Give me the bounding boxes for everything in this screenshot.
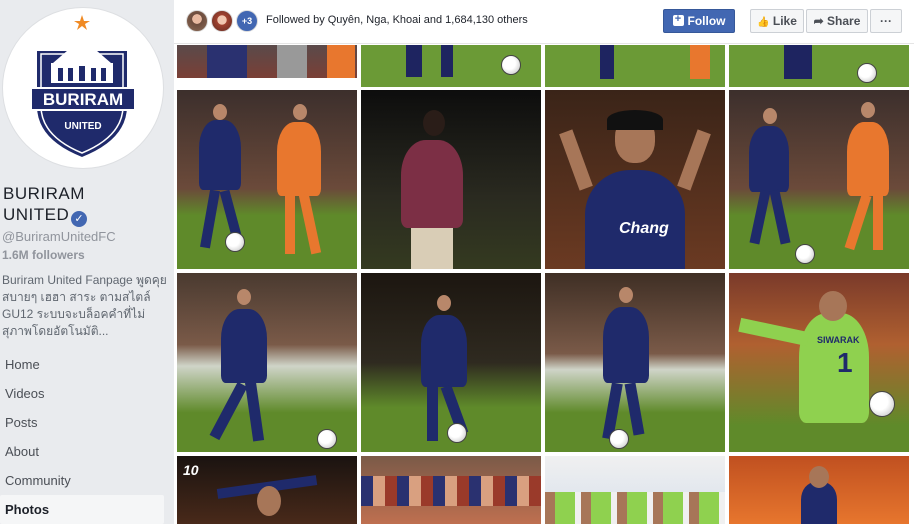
nav-item-community[interactable]: Community bbox=[0, 466, 164, 495]
photo-thumbnail[interactable] bbox=[729, 90, 909, 269]
share-button-label: Share bbox=[827, 14, 861, 28]
follow-button-label: Follow bbox=[687, 14, 726, 28]
page-handle[interactable]: @BuriramUnitedFC bbox=[2, 229, 116, 244]
photo-thumbnail[interactable] bbox=[177, 273, 357, 452]
followed-by-text[interactable]: Followed by Quyên, Nga, Khoai and 1,684,… bbox=[266, 14, 528, 26]
crest-title: BURIRAM bbox=[43, 90, 123, 109]
photo-thumbnail[interactable] bbox=[729, 45, 909, 87]
crest-subtitle: UNITED bbox=[64, 121, 101, 132]
photo-thumbnail[interactable] bbox=[361, 273, 541, 452]
follow-plus-icon bbox=[672, 12, 684, 26]
nav-item-home[interactable]: Home bbox=[0, 350, 164, 379]
page-title[interactable]: BURIRAM UNITED ✓ bbox=[3, 183, 88, 227]
photo-thumbnail[interactable] bbox=[729, 456, 909, 524]
like-button[interactable]: 👍 Like bbox=[750, 9, 804, 33]
verified-badge-icon: ✓ bbox=[71, 211, 88, 227]
photo-thumbnail[interactable] bbox=[545, 273, 725, 452]
photo-thumbnail[interactable]: Chang bbox=[545, 90, 725, 269]
friend-avatar[interactable] bbox=[211, 10, 233, 32]
jersey-sponsor-text: Chang bbox=[619, 220, 669, 237]
followers-count: 1.6M followers bbox=[2, 248, 85, 262]
photo-thumbnail[interactable] bbox=[361, 45, 541, 87]
photo-thumbnail[interactable] bbox=[177, 45, 357, 78]
nav-item-about[interactable]: About bbox=[0, 437, 164, 466]
more-options-button[interactable]: ··· bbox=[870, 9, 902, 33]
club-crest-logo: BURIRAM UNITED bbox=[30, 15, 136, 160]
nav-item-posts[interactable]: Posts bbox=[0, 408, 164, 437]
page-about-snippet: Buriram United Fanpage พูดคุย สบายๆ เฮฮา… bbox=[2, 273, 167, 338]
friend-avatar[interactable] bbox=[186, 10, 208, 32]
share-arrow-icon: ➦ bbox=[813, 14, 824, 28]
keeper-name-text: SIWARAK bbox=[817, 335, 860, 345]
follow-button[interactable]: Follow bbox=[663, 9, 735, 33]
keeper-number-text: 1 bbox=[837, 347, 853, 378]
page-title-line2: UNITED bbox=[3, 205, 70, 224]
photo-thumbnail[interactable] bbox=[545, 45, 725, 87]
thumbs-up-icon: 👍 bbox=[757, 17, 770, 28]
page-avatar[interactable]: BURIRAM UNITED bbox=[2, 7, 164, 169]
follow-bar: +3 Followed by Quyên, Nga, Khoai and 1,6… bbox=[174, 0, 914, 44]
photo-thumbnail[interactable] bbox=[545, 456, 725, 524]
like-button-label: Like bbox=[772, 14, 797, 28]
share-button[interactable]: ➦ Share bbox=[806, 9, 868, 33]
nav-item-photos[interactable]: Photos bbox=[0, 495, 164, 524]
photo-thumbnail[interactable] bbox=[177, 90, 357, 269]
photos-content: Chang SIWARAK 1 10 +3 Followed by Quyên,… bbox=[174, 0, 914, 524]
photo-thumbnail[interactable] bbox=[361, 456, 541, 524]
page-nav: Home Videos Posts About Community Photos bbox=[0, 350, 164, 524]
photo-thumbnail[interactable]: SIWARAK 1 bbox=[729, 273, 909, 452]
page-sidebar: BURIRAM UNITED BURIRAM UNITED ✓ @BuriramU… bbox=[0, 0, 174, 524]
photo-thumbnail[interactable]: 10 bbox=[177, 456, 357, 524]
nav-item-videos[interactable]: Videos bbox=[0, 379, 164, 408]
more-friends-badge[interactable]: +3 bbox=[236, 10, 258, 32]
anniversary-badge: 10 bbox=[183, 462, 199, 478]
page-title-line1: BURIRAM bbox=[3, 184, 85, 203]
photo-thumbnail[interactable] bbox=[361, 90, 541, 269]
